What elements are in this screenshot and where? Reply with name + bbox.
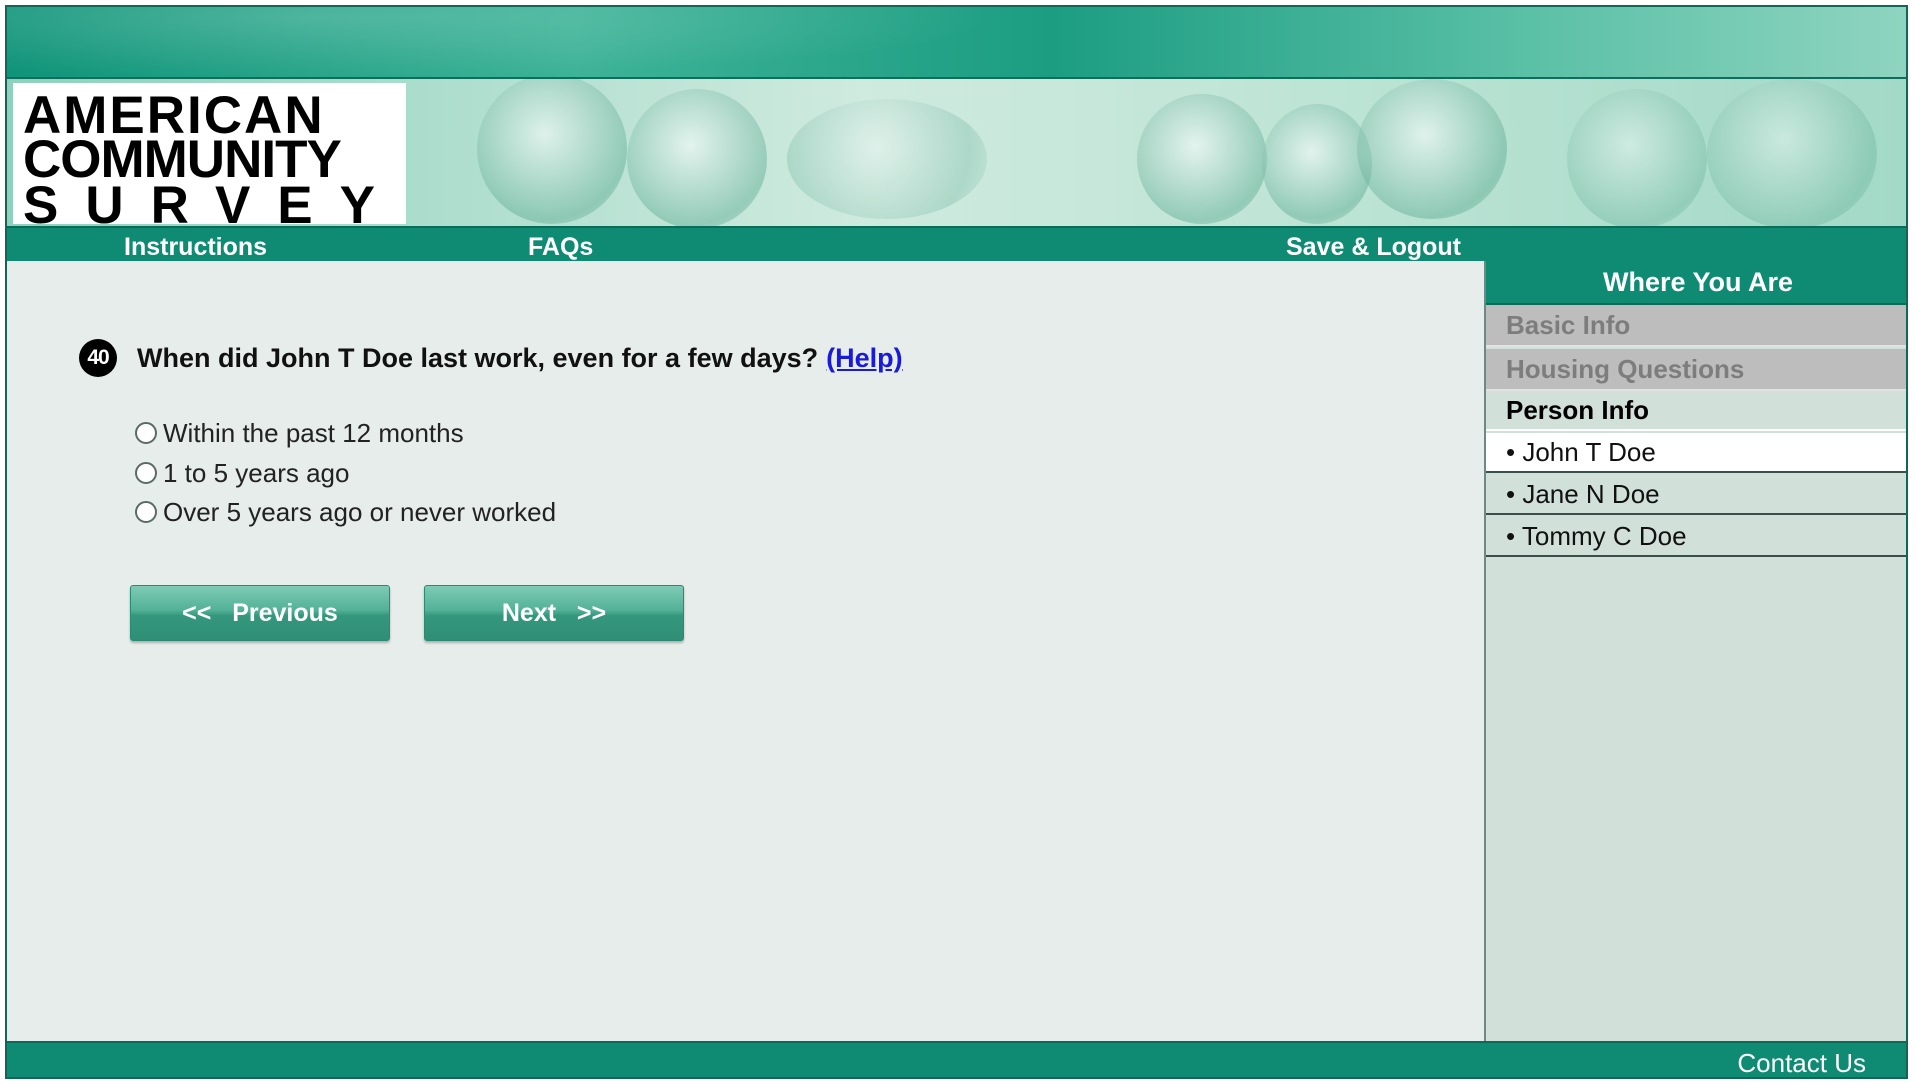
sidebar-section-person-info: Person Info bbox=[1486, 391, 1906, 431]
nav-save-logout-link[interactable]: Save & Logout bbox=[1286, 233, 1461, 262]
option-within-12-months[interactable]: Within the past 12 months bbox=[135, 416, 464, 450]
previous-button[interactable]: << Previous bbox=[130, 585, 390, 641]
option-label: 1 to 5 years ago bbox=[163, 457, 350, 488]
sidebar-item-john-t-doe[interactable]: • John T Doe bbox=[1486, 433, 1906, 473]
sidebar-item-housing-questions: Housing Questions bbox=[1486, 349, 1906, 391]
banner-photo-person bbox=[627, 89, 767, 228]
option-1-to-5-years[interactable]: 1 to 5 years ago bbox=[135, 456, 349, 490]
option-label: Within the past 12 months bbox=[163, 417, 464, 448]
question-panel: 40 When did John T Doe last work, even f… bbox=[7, 261, 1484, 1041]
footer-bar: Contact Us bbox=[7, 1041, 1906, 1077]
radio-button-icon[interactable] bbox=[135, 462, 157, 484]
sidebar-item-basic-info: Basic Info bbox=[1486, 305, 1906, 347]
acs-logo: AMERICAN COMMUNITY SURVEY bbox=[13, 83, 406, 228]
banner-photo-person bbox=[1357, 79, 1507, 219]
top-decorative-band bbox=[7, 7, 1906, 77]
help-link[interactable]: (Help) bbox=[826, 343, 903, 373]
header-banner: AMERICAN COMMUNITY SURVEY bbox=[7, 77, 1906, 228]
nav-instructions-link[interactable]: Instructions bbox=[124, 233, 267, 262]
where-you-are-sidebar: Where You Are Basic Info Housing Questio… bbox=[1484, 261, 1906, 1041]
question-number-badge: 40 bbox=[79, 339, 117, 377]
banner-photo-person bbox=[477, 79, 627, 224]
option-over-5-years[interactable]: Over 5 years ago or never worked bbox=[135, 495, 556, 529]
next-button[interactable]: Next >> bbox=[424, 585, 684, 641]
radio-button-icon[interactable] bbox=[135, 501, 157, 523]
contact-us-link[interactable]: Contact Us bbox=[1737, 1048, 1866, 1077]
banner-photo-person bbox=[1262, 104, 1372, 224]
banner-photo-crowd bbox=[787, 99, 987, 219]
survey-window: AMERICAN COMMUNITY SURVEY Instructions F… bbox=[5, 5, 1908, 1079]
sidebar-item-jane-n-doe[interactable]: • Jane N Doe bbox=[1486, 475, 1906, 515]
banner-photo-person bbox=[1567, 89, 1707, 228]
question-text-line: When did John T Doe last work, even for … bbox=[137, 343, 903, 374]
banner-photo-person bbox=[1707, 79, 1877, 228]
nav-faqs-link[interactable]: FAQs bbox=[528, 233, 593, 262]
radio-button-icon[interactable] bbox=[135, 422, 157, 444]
question-text: When did John T Doe last work, even for … bbox=[137, 343, 819, 373]
logo-line-3: SURVEY bbox=[23, 176, 402, 228]
option-label: Over 5 years ago or never worked bbox=[163, 496, 557, 527]
top-navigation-bar: Instructions FAQs Save & Logout bbox=[7, 226, 1906, 261]
banner-photo-person bbox=[1137, 94, 1267, 224]
sidebar-item-tommy-c-doe[interactable]: • Tommy C Doe bbox=[1486, 517, 1906, 557]
sidebar-title: Where You Are bbox=[1486, 261, 1906, 305]
